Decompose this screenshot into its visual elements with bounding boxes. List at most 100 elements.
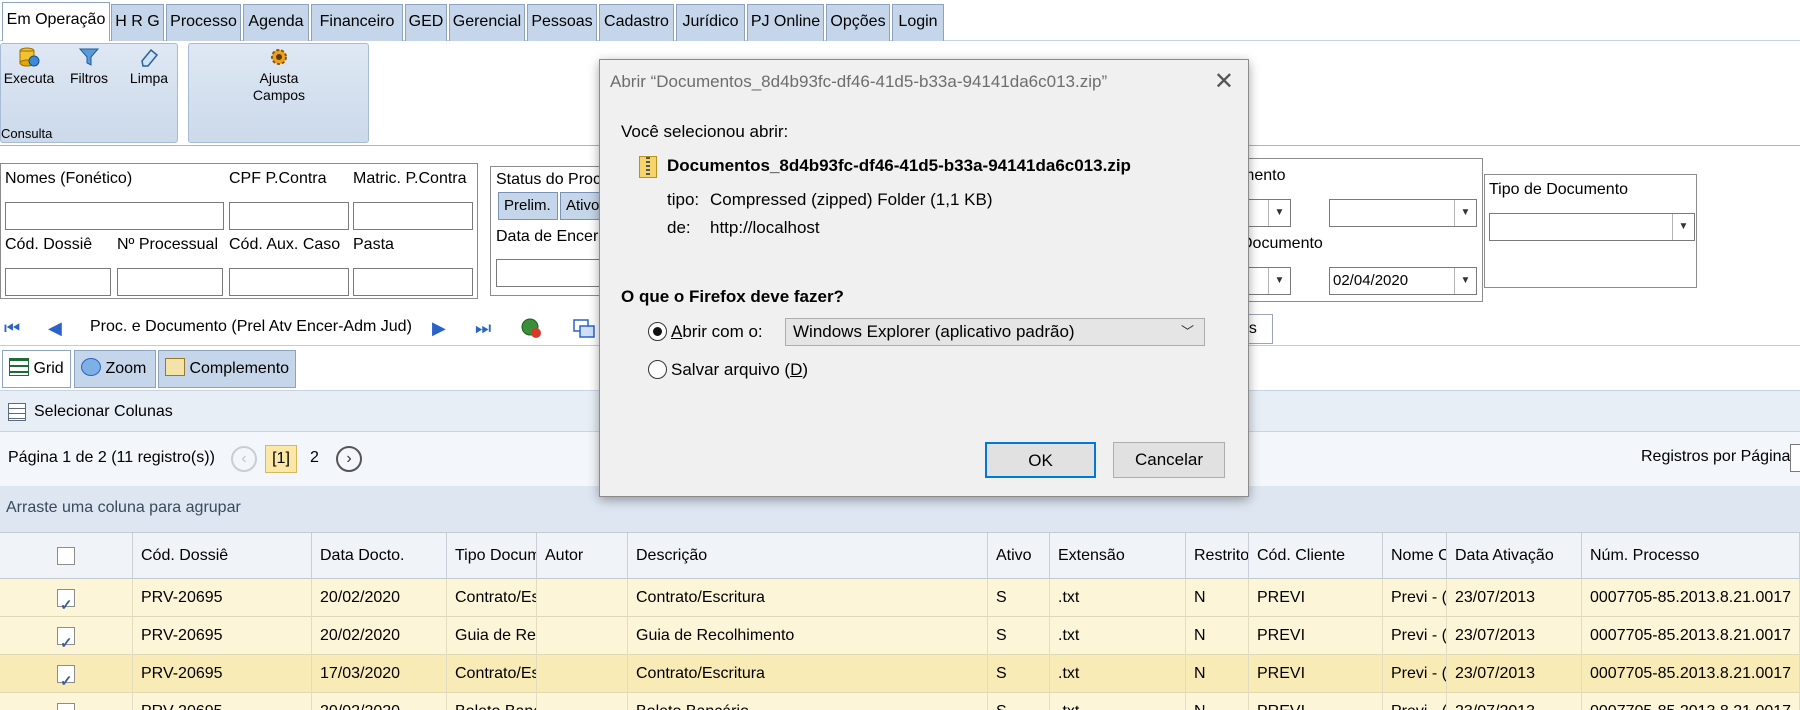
n-processual-input[interactable] <box>117 268 223 296</box>
cell: 0007705-85.2013.8.21.0017 <box>1582 617 1800 655</box>
table-row[interactable]: PRV-20695 20/02/2020 Contrato/Es Contrat… <box>0 579 1800 617</box>
row-checkbox[interactable] <box>57 701 75 710</box>
cell: N <box>1186 655 1249 693</box>
prelim-toggle[interactable]: Prelim. <box>498 192 558 220</box>
header-data-docto[interactable]: Data Docto. <box>312 533 447 579</box>
cell: PREVI <box>1249 655 1383 693</box>
data-encer-label: Data de Encer <box>496 228 599 245</box>
save-file-radio[interactable] <box>648 360 667 379</box>
binoculars-icon <box>81 358 101 376</box>
cell: Contrato/Es <box>447 655 537 693</box>
header-nome-cliente[interactable]: Nome C <box>1383 533 1447 579</box>
filtros-button[interactable]: Filtros <box>63 46 115 87</box>
next-page-icon[interactable]: › <box>336 446 362 472</box>
header-restrito[interactable]: Restrito <box>1186 533 1249 579</box>
prev-page-icon[interactable]: ‹ <box>231 446 257 472</box>
tipo-documento-label: Tipo de Documento <box>1489 181 1629 198</box>
nav-label: Proc. e Documento (Prel Atv Encer-Adm Ju… <box>90 318 412 335</box>
cod-dossie-input[interactable] <box>5 268 111 296</box>
cell: S <box>988 693 1050 710</box>
menu-tab-em-operacao[interactable]: Em Operação <box>2 2 110 42</box>
limpa-button[interactable]: Limpa <box>123 46 175 87</box>
tab-grid[interactable]: Grid <box>2 350 71 388</box>
header-tipo-docum[interactable]: Tipo Docum <box>447 533 537 579</box>
executa-button[interactable]: Executa <box>3 46 55 87</box>
header-extensao[interactable]: Extensão <box>1050 533 1186 579</box>
row-checkbox[interactable] <box>57 663 75 693</box>
header-cod-cliente[interactable]: Cód. Cliente <box>1249 533 1383 579</box>
menu-tab-agenda[interactable]: Agenda <box>243 4 309 41</box>
row-checkbox[interactable] <box>57 625 75 655</box>
cell: N <box>1186 579 1249 617</box>
gear-icon <box>271 49 287 65</box>
page-2-link[interactable]: 2 <box>310 449 319 467</box>
header-select-all[interactable] <box>0 533 133 579</box>
cancel-button[interactable]: Cancelar <box>1113 442 1225 478</box>
cell: Contrato/Escritura <box>628 579 988 617</box>
cod-aux-input[interactable] <box>229 268 349 296</box>
table-row[interactable]: PRV-20695 17/03/2020 Contrato/Es Contrat… <box>0 655 1800 693</box>
nomes-input[interactable] <box>5 202 224 230</box>
tipo-documento-combo[interactable]: ▼ <box>1489 213 1695 241</box>
cpf-input[interactable] <box>229 202 349 230</box>
table-row[interactable]: PRV-20695 20/02/2020 Boleto Banc Boleto … <box>0 693 1800 710</box>
cell: Previ - ( <box>1383 579 1447 617</box>
menu-tab-cadastro[interactable]: Cadastro <box>599 4 674 41</box>
menu-tab-login[interactable]: Login <box>892 4 944 41</box>
windows-icon[interactable] <box>572 318 596 340</box>
eraser-icon <box>141 48 159 67</box>
ribbon-group-label: Consulta <box>1 126 53 141</box>
header-autor[interactable]: Autor <box>537 533 628 579</box>
ribbon-group-consulta: Executa Filtros Limpa Consulta <box>0 43 178 143</box>
data-encer-input[interactable] <box>496 259 608 287</box>
menu-tab-pessoas[interactable]: Pessoas <box>527 4 597 41</box>
first-record-icon[interactable]: ⏮ <box>4 319 20 337</box>
previous-record-icon[interactable]: ◀ <box>48 319 62 337</box>
type-value: Compressed (zipped) Folder (1,1 KB) <box>710 190 993 209</box>
cell: Previ - ( <box>1383 617 1447 655</box>
menu-tab-processo[interactable]: Processo <box>166 4 241 41</box>
open-with-label[interactable]: Abrir com o: <box>671 322 763 342</box>
matric-input[interactable] <box>353 202 473 230</box>
save-accesskey: D <box>790 360 803 379</box>
database-run-icon <box>19 47 40 67</box>
cell: Guia de Rec <box>447 617 537 655</box>
menu-tab-ged[interactable]: GED <box>405 4 447 41</box>
ok-button[interactable]: OK <box>985 442 1096 478</box>
menu-tab-pj-online[interactable]: PJ Online <box>747 4 824 41</box>
pasta-input[interactable] <box>353 268 473 296</box>
select-columns-icon <box>8 403 26 421</box>
globe-refresh-icon[interactable] <box>520 317 542 339</box>
header-descricao[interactable]: Descrição <box>628 533 988 579</box>
save-file-label[interactable]: Salvar arquivo (D) <box>671 360 808 380</box>
table-row[interactable]: PRV-20695 20/02/2020 Guia de Rec Guia de… <box>0 617 1800 655</box>
open-with-radio[interactable] <box>648 322 667 341</box>
page-current[interactable]: [1] <box>265 445 297 473</box>
tab-complemento[interactable]: Complemento <box>158 350 296 388</box>
ajusta-campos-button[interactable]: Ajusta Campos <box>229 46 329 104</box>
cell: Guia de Recolhimento <box>628 617 988 655</box>
header-data-ativacao[interactable]: Data Ativação <box>1447 533 1582 579</box>
header-num-processo[interactable]: Núm. Processo <box>1582 533 1800 579</box>
per-page-input[interactable] <box>1790 444 1800 472</box>
menu-tab-juridico[interactable]: Jurídico <box>676 4 745 41</box>
menu-tab-gerencial[interactable]: Gerencial <box>449 4 525 41</box>
doc-combo-2[interactable]: ▼ <box>1329 199 1477 227</box>
menu-tab-opcoes[interactable]: Opções <box>826 4 890 41</box>
next-record-icon[interactable]: ▶ <box>432 319 446 337</box>
row-checkbox[interactable] <box>57 587 75 617</box>
menu-tab-financeiro[interactable]: Financeiro <box>311 4 403 41</box>
select-all-checkbox[interactable] <box>57 547 75 565</box>
header-cod-dossie[interactable]: Cód. Dossiê <box>133 533 312 579</box>
cell: Previ - ( <box>1383 693 1447 710</box>
doc-date-combo-2[interactable]: 02/04/2020 ▼ <box>1329 267 1477 295</box>
select-columns-button[interactable]: Selecionar Colunas <box>34 403 173 421</box>
close-icon[interactable]: ✕ <box>1214 67 1234 96</box>
tab-zoom[interactable]: Zoom <box>74 350 156 388</box>
application-select[interactable]: Windows Explorer (aplicativo padrão) ﹀ <box>785 318 1205 346</box>
last-record-icon[interactable]: ⏭ <box>475 319 491 337</box>
header-ativo[interactable]: Ativo <box>988 533 1050 579</box>
pasta-label: Pasta <box>353 236 394 253</box>
menu-tab-hrg[interactable]: H R G <box>111 4 164 41</box>
cell: 23/07/2013 <box>1447 693 1582 710</box>
